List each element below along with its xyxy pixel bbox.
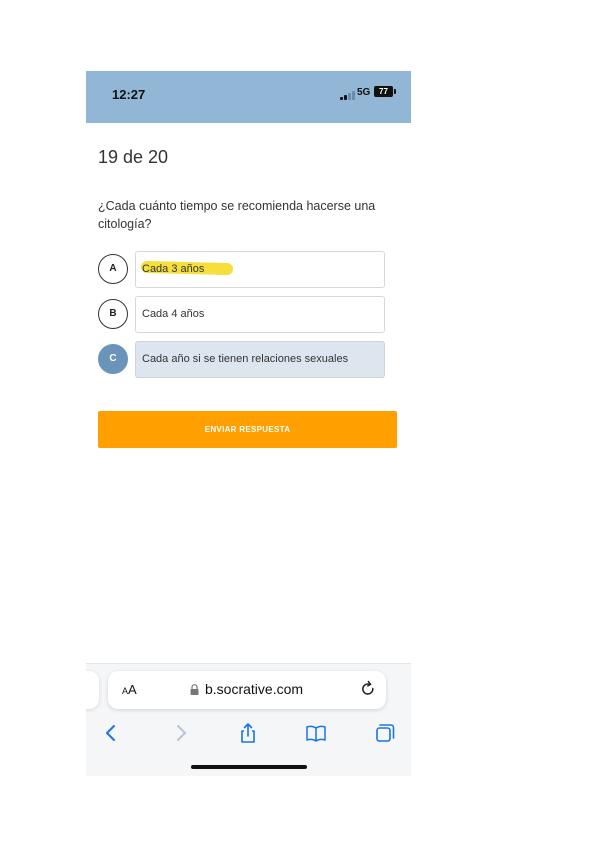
answer-letter-c[interactable]: C [98, 344, 128, 374]
answer-box-b[interactable]: Cada 4 años [135, 296, 385, 333]
answer-text-c: Cada año si se tienen relaciones sexuale… [142, 353, 349, 365]
bookmarks-icon[interactable] [305, 722, 327, 744]
status-time: 12:27 [112, 87, 146, 102]
answer-option-b[interactable]: B Cada 4 años [98, 296, 386, 333]
home-indicator[interactable] [191, 765, 307, 769]
battery-tip [394, 89, 396, 94]
url-domain[interactable]: b.socrative.com [205, 681, 303, 697]
battery-icon: 77 [374, 86, 393, 97]
answer-box-a[interactable]: Cada 3 años [135, 251, 385, 288]
submit-answer-button[interactable]: ENVIAR RESPUESTA [98, 411, 397, 448]
previous-tab-peek[interactable] [86, 671, 99, 709]
answer-text-a: Cada 3 años [142, 263, 205, 275]
question-progress: 19 de 20 [98, 147, 169, 167]
network-type: 5G [357, 87, 371, 98]
answer-option-c[interactable]: C Cada año si se tienen relaciones sexua… [98, 341, 386, 378]
address-bar[interactable]: AA b.socrative.com [108, 671, 386, 709]
back-icon[interactable] [100, 722, 122, 744]
status-bar: 12:27 5G 77 [86, 71, 411, 123]
forward-icon[interactable] [170, 722, 192, 744]
reload-icon[interactable] [360, 680, 376, 698]
signal-icon [340, 90, 356, 100]
phone-screen: 12:27 5G 77 19 de 20 ¿Cada cuánto tiempo… [86, 71, 411, 776]
share-icon[interactable] [237, 722, 259, 744]
answer-letter-b[interactable]: B [98, 299, 128, 329]
lock-icon [190, 684, 199, 695]
browser-toolbar: AA b.socrative.com [86, 663, 411, 776]
answer-text-b: Cada 4 años [142, 308, 205, 320]
text-size-button[interactable]: AA [122, 682, 137, 697]
answer-option-a[interactable]: A Cada 3 años [98, 251, 386, 288]
answer-box-c[interactable]: Cada año si se tienen relaciones sexuale… [135, 341, 385, 378]
question-text: ¿Cada cuánto tiempo se recomienda hacers… [98, 199, 376, 231]
tabs-icon[interactable] [374, 722, 396, 744]
answer-letter-a[interactable]: A [98, 254, 128, 284]
